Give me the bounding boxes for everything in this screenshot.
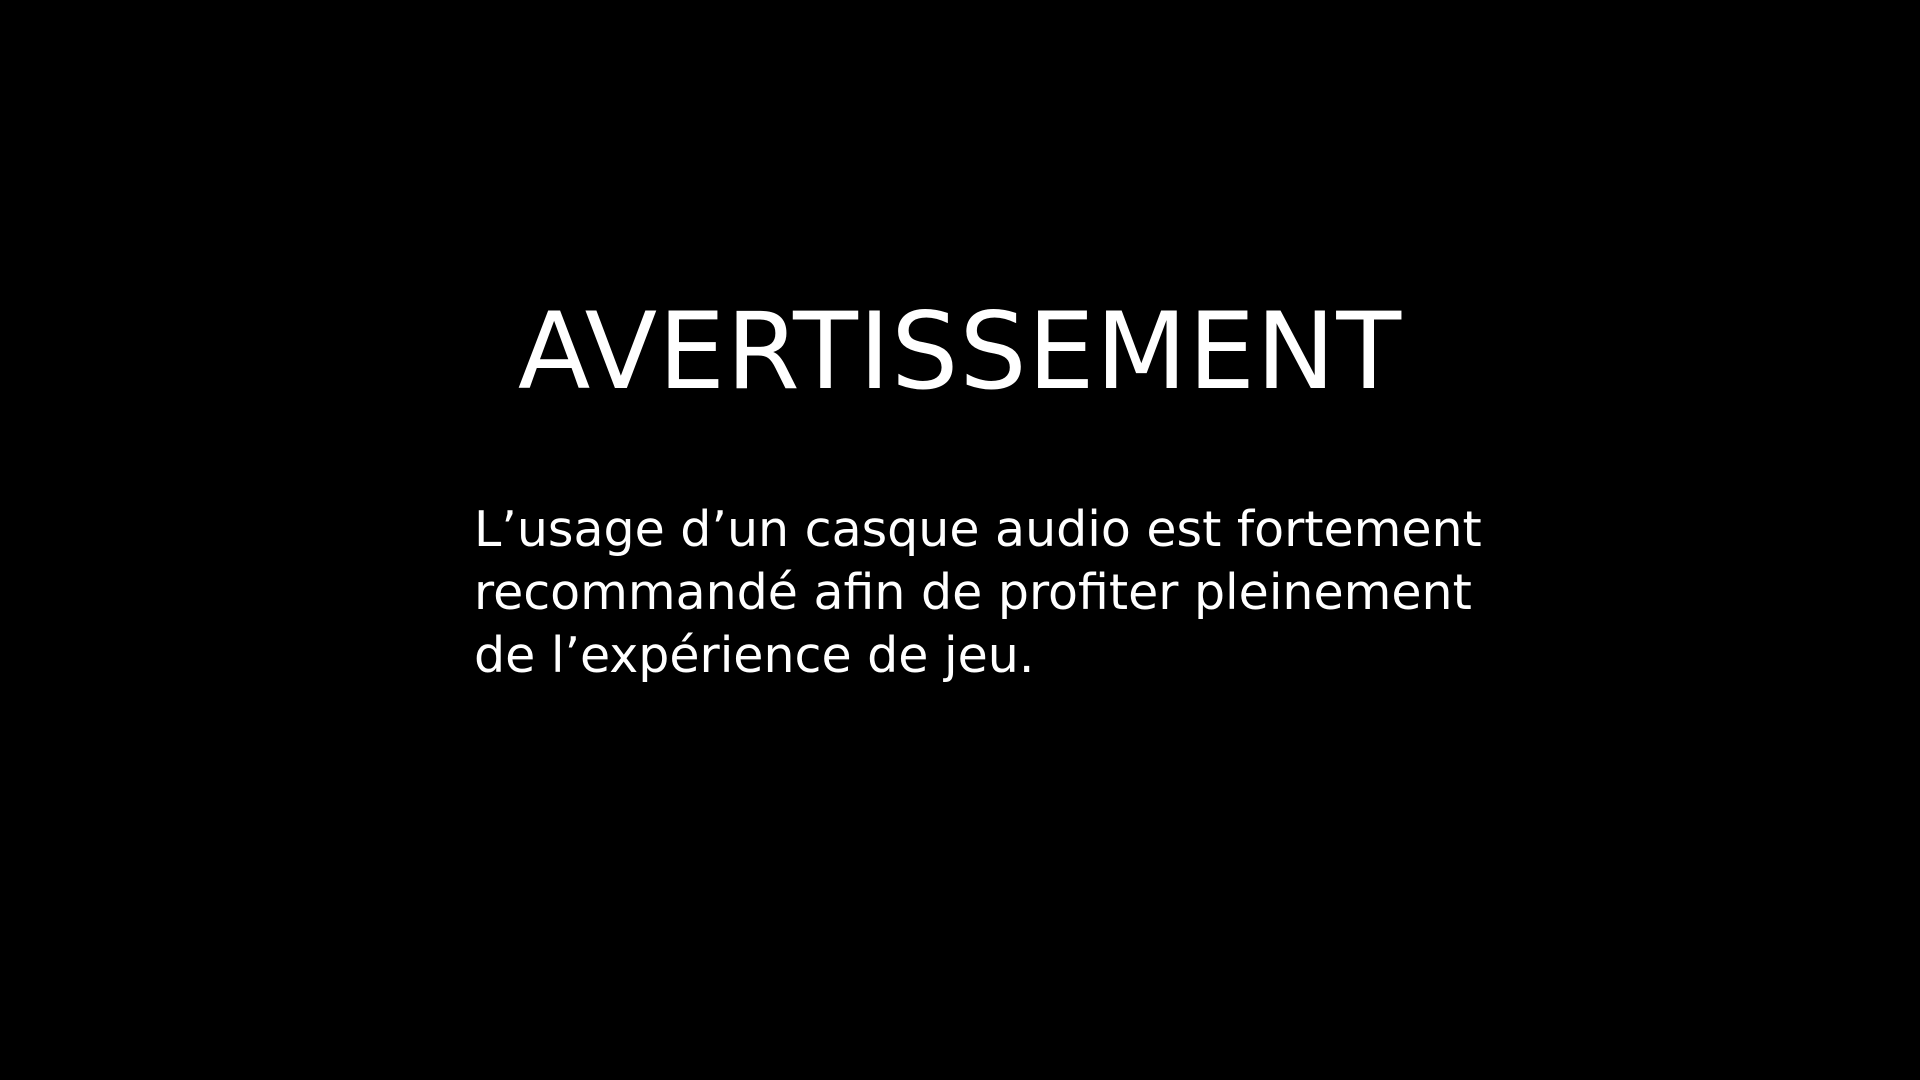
warning-message-line-2: recommandé afin de profiter pleinement xyxy=(474,564,1472,621)
warning-message-line-1: L’usage d’un casque audio est fortement xyxy=(474,501,1482,558)
warning-message: L’usage d’un casque audio est fortement … xyxy=(474,498,1634,687)
warning-screen: AVERTISSEMENT L’usage d’un casque audio … xyxy=(0,0,1920,1080)
warning-message-line-3: de l’expérience de jeu. xyxy=(474,627,1035,684)
warning-title: AVERTISSEMENT xyxy=(517,290,1403,413)
